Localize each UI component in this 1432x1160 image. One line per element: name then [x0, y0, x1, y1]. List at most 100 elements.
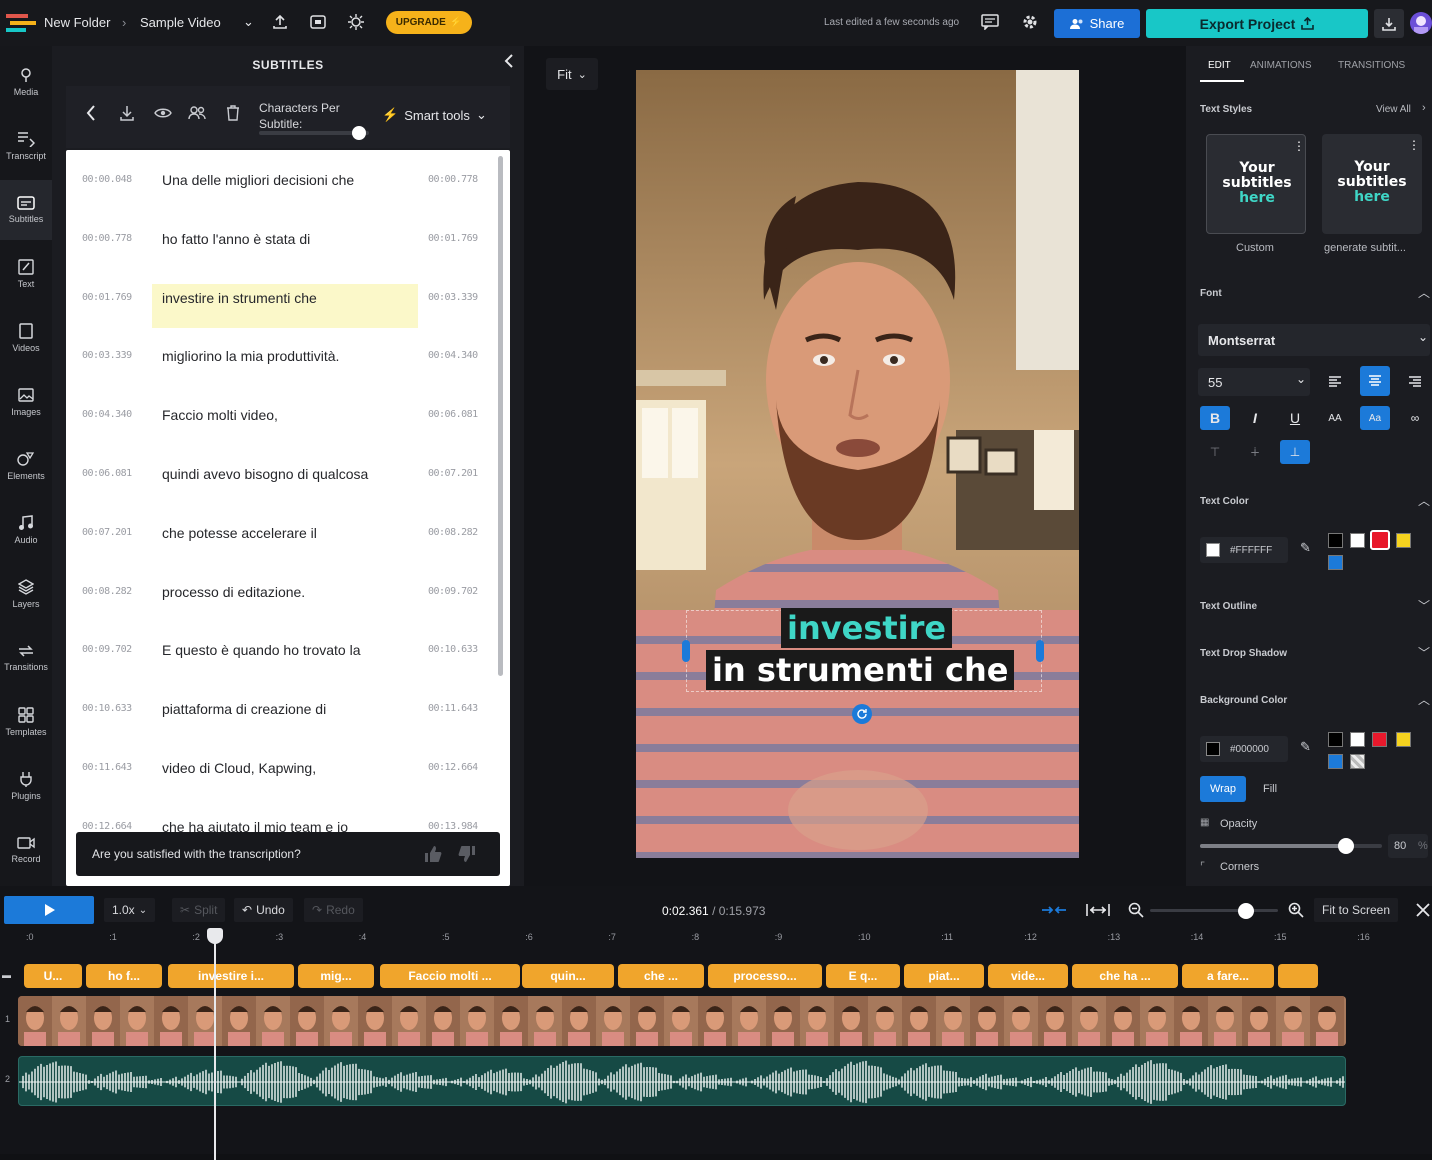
subtitle-clip[interactable]: ho f... [86, 964, 162, 988]
subtitle-text[interactable]: ho fatto l'anno è stata di [152, 225, 418, 269]
start-time[interactable]: 00:08.282 [82, 586, 132, 597]
subtitle-clip[interactable] [1278, 964, 1318, 988]
subtitle-clip[interactable]: a fare... [1182, 964, 1274, 988]
upload-icon[interactable] [270, 12, 290, 32]
bold-button[interactable]: B [1200, 406, 1230, 430]
smart-tools-button[interactable]: ⚡ Smart tools ⌄ [382, 104, 487, 126]
app-menu-icon[interactable] [6, 12, 36, 34]
subtitle-row[interactable]: 00:01.769 investire in strumenti che 00:03… [66, 274, 498, 332]
subtitle-text[interactable]: Una delle migliori decisioni che [152, 166, 418, 210]
start-time[interactable]: 00:11.643 [82, 762, 132, 773]
start-time[interactable]: 00:03.339 [82, 350, 132, 361]
split-button[interactable]: ✂ Split [172, 898, 226, 922]
wrap-button[interactable]: Wrap [1200, 776, 1246, 802]
end-time[interactable]: 00:08.282 [428, 527, 478, 538]
tab-transitions[interactable]: TRANSITIONS [1338, 60, 1405, 71]
eye-icon[interactable] [152, 102, 174, 124]
rotate-handle-icon[interactable] [852, 704, 872, 724]
start-time[interactable]: 00:06.081 [82, 468, 132, 479]
font-family-select[interactable]: Montserrat ⌄ [1198, 324, 1430, 356]
subtitle-text[interactable]: Faccio molti video, [152, 401, 418, 445]
end-time[interactable]: 00:07.201 [428, 468, 478, 479]
subtitle-clip[interactable]: quin... [522, 964, 614, 988]
text-color-field[interactable]: #FFFFFF [1200, 537, 1288, 563]
upgrade-button[interactable]: UPGRADE ⚡ [386, 11, 472, 34]
subtitle-text[interactable]: piattaforma di creazione di [152, 695, 418, 739]
zoom-in-icon[interactable] [1286, 900, 1306, 920]
zoom-out-icon[interactable] [1126, 900, 1146, 920]
rail-item-transcript[interactable]: Transcript [0, 116, 52, 176]
swatch-blue[interactable] [1328, 555, 1343, 570]
end-time[interactable]: 00:00.778 [428, 174, 478, 185]
swatch-black[interactable] [1328, 732, 1343, 747]
start-time[interactable]: 00:12.664 [82, 821, 132, 832]
fit-dropdown[interactable]: Fit ⌄ [546, 58, 598, 90]
export-project-button[interactable]: Export Project [1146, 9, 1368, 38]
subtitle-row[interactable]: 00:03.339 migliorino la mia produttività.… [66, 332, 498, 390]
subtitle-text[interactable]: E questo è quando ho trovato la [152, 636, 418, 680]
subtitle-clip[interactable]: U... [24, 964, 82, 988]
caption-resize-handle-left[interactable] [682, 640, 690, 662]
subtitle-row[interactable]: 00:08.282 processo di editazione. 00:09.70… [66, 568, 498, 626]
video-preview[interactable]: investire in strumenti che [636, 70, 1079, 858]
start-time[interactable]: 00:01.769 [82, 292, 132, 303]
start-time[interactable]: 00:00.778 [82, 233, 132, 244]
subtitle-text[interactable]: video di Cloud, Kapwing, [152, 754, 418, 798]
trash-icon[interactable] [222, 102, 244, 124]
bg-color-field[interactable]: #000000 [1200, 736, 1288, 762]
align-top-icon[interactable]: ⊤ [1200, 440, 1230, 464]
align-center-button[interactable] [1360, 366, 1390, 396]
zoom-slider[interactable] [1150, 903, 1278, 919]
swatch-yellow[interactable] [1396, 732, 1411, 747]
thumbs-down-icon[interactable] [456, 842, 478, 866]
rail-item-media[interactable]: Media [0, 52, 52, 112]
end-time[interactable]: 00:12.664 [428, 762, 478, 773]
swatch-blue[interactable] [1328, 754, 1343, 769]
rail-item-transitions[interactable]: Transitions [0, 628, 52, 688]
swatch-white[interactable] [1350, 732, 1365, 747]
align-bottom-icon[interactable]: ⊥ [1280, 440, 1310, 464]
subtitle-clip[interactable]: vide... [988, 964, 1068, 988]
subtitle-text[interactable]: quindi avevo bisogno di qualcosa [152, 460, 418, 504]
start-time[interactable]: 00:07.201 [82, 527, 132, 538]
swatch-red[interactable] [1370, 530, 1390, 550]
project-title[interactable]: Sample Video [140, 15, 221, 30]
subtitle-row[interactable]: 00:10.633 piattaforma di creazione di 00:1… [66, 685, 498, 743]
undo-button[interactable]: ↶ Undo [234, 898, 293, 922]
swatch-white[interactable] [1350, 533, 1365, 548]
speakers-icon[interactable] [186, 102, 208, 124]
start-time[interactable]: 00:04.340 [82, 409, 132, 420]
start-time[interactable]: 00:10.633 [82, 703, 132, 714]
playback-speed-select[interactable]: 1.0x ⌄ [104, 898, 156, 922]
text-drop-shadow-heading[interactable]: Text Drop Shadow [1200, 648, 1287, 659]
underline-button[interactable]: U [1280, 406, 1310, 430]
rail-item-plugins[interactable]: Plugins [0, 756, 52, 816]
close-icon[interactable] [1414, 900, 1432, 920]
split-view-icon[interactable] [1040, 900, 1068, 920]
rail-item-text[interactable]: Text [0, 244, 52, 304]
end-time[interactable]: 00:01.769 [428, 233, 478, 244]
slider-thumb[interactable] [1238, 903, 1254, 919]
text-outline-heading[interactable]: Text Outline [1200, 601, 1257, 612]
opacity-value-field[interactable]: 80 % [1388, 834, 1428, 858]
subtitle-clip[interactable]: processo... [708, 964, 822, 988]
avatar[interactable] [1410, 12, 1432, 34]
more-options-icon[interactable]: ⋮ [1293, 139, 1305, 153]
fit-width-icon[interactable] [1084, 900, 1112, 920]
download-subtitles-icon[interactable] [116, 102, 138, 124]
redo-button[interactable]: ↷ Redo [304, 898, 363, 922]
rail-item-elements[interactable]: Elements [0, 436, 52, 496]
end-time[interactable]: 00:09.702 [428, 586, 478, 597]
chevron-down-icon[interactable]: ﹀ [1418, 644, 1430, 661]
swatch-black[interactable] [1328, 533, 1343, 548]
subtitle-clip[interactable]: Faccio molti ... [380, 964, 520, 988]
align-left-button[interactable] [1320, 370, 1350, 394]
caption-resize-handle-right[interactable] [1036, 640, 1044, 662]
slider-thumb[interactable] [1337, 838, 1354, 854]
thumbs-up-icon[interactable] [422, 842, 444, 866]
playhead-handle[interactable] [207, 928, 223, 944]
fill-button[interactable]: Fill [1250, 776, 1290, 802]
align-middle-icon[interactable]: ∔ [1240, 440, 1270, 464]
comments-icon[interactable] [980, 12, 1000, 32]
eyedropper-icon[interactable]: ✎ [1300, 540, 1311, 556]
